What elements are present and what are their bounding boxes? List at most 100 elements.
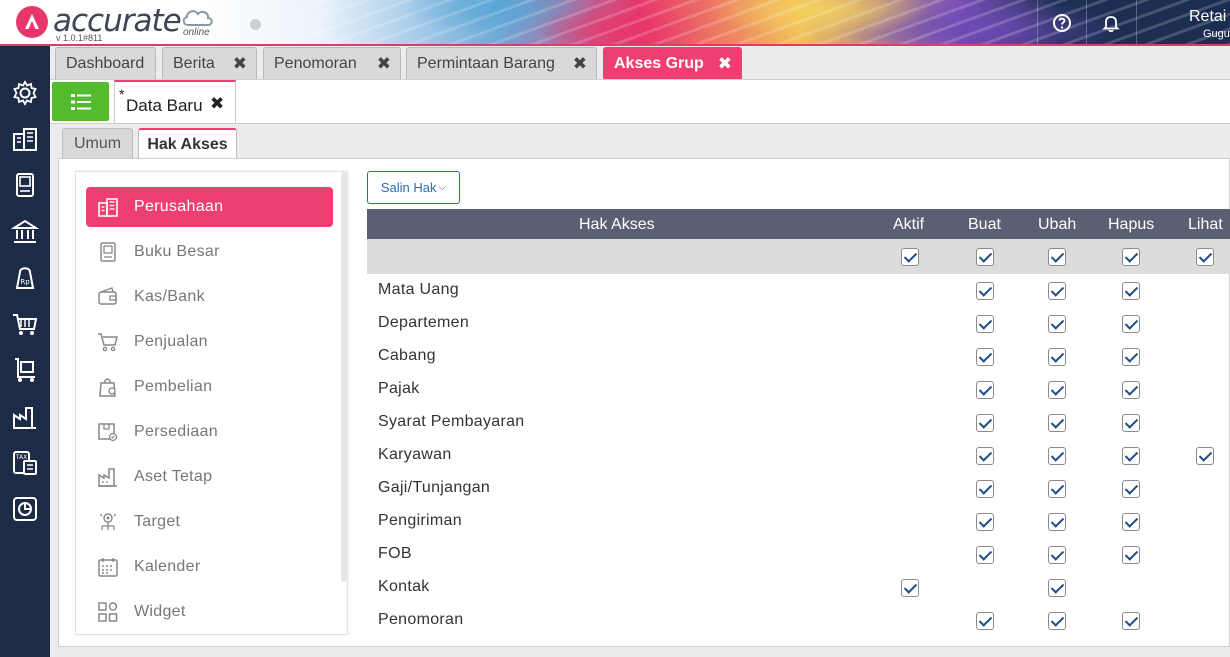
checkbox-buat[interactable] [976, 513, 994, 531]
checkbox-hapus[interactable] [1122, 513, 1140, 531]
checkbox-hapus[interactable] [1122, 447, 1140, 465]
checkbox-ubah[interactable] [1048, 414, 1066, 432]
checkbox-ubah[interactable] [1048, 447, 1066, 465]
checkbox-buat[interactable] [976, 282, 994, 300]
menu-item-target[interactable]: Target [86, 502, 333, 542]
checkbox-ubah[interactable] [1048, 480, 1066, 498]
bank-icon[interactable] [10, 218, 40, 246]
menu-item-label: Pembelian [134, 378, 213, 395]
svg-text:TAX: TAX [15, 454, 27, 461]
user-name: Retai [1189, 8, 1227, 25]
checkbox-buat[interactable] [976, 612, 994, 630]
row-name: Pengiriman [378, 512, 462, 529]
help-button[interactable] [1037, 0, 1085, 44]
salin-hak-button[interactable]: Salin Hak ⌵ [367, 171, 460, 204]
list-view-button[interactable] [52, 82, 109, 121]
checkbox-hapus[interactable] [1122, 612, 1140, 630]
close-icon[interactable]: ✖ [718, 54, 732, 74]
tab-data-baru[interactable]: * Data Baru ✖ [114, 80, 236, 123]
checkbox-lihat[interactable] [1196, 447, 1214, 465]
menu-item-persediaan[interactable]: Persediaan [86, 412, 333, 452]
menu-item-label: Kas/Bank [134, 288, 205, 305]
company-building-icon[interactable] [11, 125, 39, 153]
checkbox-ubah[interactable] [1048, 381, 1066, 399]
user-menu[interactable]: Retai Gugu [1136, 0, 1230, 44]
close-icon[interactable]: ✖ [210, 94, 224, 114]
menu-item-label: Perusahaan [134, 198, 224, 215]
checkbox-ubah[interactable] [1048, 579, 1066, 597]
close-icon[interactable]: ✖ [233, 54, 247, 74]
tab-penomoran[interactable]: Penomoran ✖ [263, 47, 401, 79]
checkbox-ubah[interactable] [1048, 612, 1066, 630]
brand-sub: online [183, 27, 210, 38]
checkbox-aktif[interactable] [901, 579, 919, 597]
tab-label: Berita [173, 54, 215, 72]
filter-checkbox-hapus[interactable] [1122, 248, 1140, 266]
menu-item-aset-tetap[interactable]: Aset Tetap [86, 457, 333, 497]
table-row: Penomoran [367, 604, 1230, 637]
table-row: Cabang [367, 340, 1230, 373]
cloud-icon [182, 10, 213, 26]
checkbox-buat[interactable] [976, 381, 994, 399]
checkbox-buat[interactable] [976, 414, 994, 432]
tax-calculator-icon[interactable]: TAX [11, 449, 39, 477]
factory-icon[interactable] [11, 403, 39, 431]
checkbox-hapus[interactable] [1122, 414, 1140, 432]
filter-checkbox-lihat[interactable] [1196, 248, 1214, 266]
menu-item-kalender[interactable]: Kalender [86, 547, 333, 587]
checkbox-ubah[interactable] [1048, 546, 1066, 564]
settings-gear-icon[interactable] [11, 79, 39, 107]
purchase-trolley-icon[interactable] [11, 356, 39, 384]
menu-item-buku-besar[interactable]: Buku Besar [86, 232, 333, 272]
checkbox-hapus[interactable] [1122, 546, 1140, 564]
shopping-bag-icon [96, 375, 120, 399]
checkbox-buat[interactable] [976, 348, 994, 366]
sales-tag-icon[interactable]: Rp [11, 264, 39, 292]
menu-item-kas-bank[interactable]: Kas/Bank [86, 277, 333, 317]
tab-hak-akses[interactable]: Hak Akses [138, 128, 237, 160]
menu-item-perusahaan[interactable]: Perusahaan [86, 187, 333, 227]
menu-item-pembelian[interactable]: Pembelian [86, 367, 333, 407]
checkbox-hapus[interactable] [1122, 480, 1140, 498]
menu-item-label: Buku Besar [134, 243, 220, 260]
checkbox-ubah[interactable] [1048, 315, 1066, 333]
checkbox-buat[interactable] [976, 447, 994, 465]
tab-dashboard[interactable]: Dashboard [55, 47, 156, 79]
menu-item-widget[interactable]: Widget [86, 592, 333, 632]
checkbox-ubah[interactable] [1048, 348, 1066, 366]
help-icon [1052, 14, 1071, 32]
tab-umum[interactable]: Umum [62, 128, 133, 159]
checkbox-ubah[interactable] [1048, 282, 1066, 300]
checkbox-buat[interactable] [976, 315, 994, 333]
filter-checkbox-buat[interactable] [976, 248, 994, 266]
report-chart-icon[interactable] [11, 495, 39, 523]
tab-permintaan-barang[interactable]: Permintaan Barang ✖ [406, 47, 597, 79]
access-grid: Hak Akses Aktif Buat Ubah Hapus Lihat Ma… [367, 209, 1230, 639]
chevron-down-icon: ⌵ [438, 182, 447, 193]
tab-berita[interactable]: Berita ✖ [162, 47, 257, 79]
main-tab-bar: Dashboard Berita ✖ Penomoran ✖ Permintaa… [50, 46, 1230, 80]
close-icon[interactable]: ✖ [573, 54, 587, 74]
close-icon[interactable]: ✖ [377, 54, 391, 74]
notification-button[interactable] [1086, 0, 1134, 44]
shopping-cart-icon[interactable] [11, 310, 39, 338]
status-dot [250, 19, 261, 30]
checkbox-hapus[interactable] [1122, 381, 1140, 399]
filter-checkbox-ubah[interactable] [1048, 248, 1066, 266]
list-icon [70, 93, 91, 110]
tab-label: Umum [73, 135, 122, 152]
ledger-book-icon[interactable] [11, 171, 39, 199]
section-tab-bar: Umum Hak Akses [50, 124, 1230, 160]
tab-akses-grup[interactable]: Akses Grup ✖ [603, 47, 742, 79]
filter-checkbox-aktif[interactable] [901, 248, 919, 266]
checkbox-buat[interactable] [976, 480, 994, 498]
menu-scrollbar[interactable] [341, 172, 347, 582]
checkbox-hapus[interactable] [1122, 282, 1140, 300]
checkbox-hapus[interactable] [1122, 315, 1140, 333]
table-row: Pengiriman [367, 505, 1230, 538]
accurate-logo-icon[interactable] [16, 6, 48, 38]
checkbox-buat[interactable] [976, 546, 994, 564]
checkbox-ubah[interactable] [1048, 513, 1066, 531]
checkbox-hapus[interactable] [1122, 348, 1140, 366]
menu-item-penjualan[interactable]: Penjualan [86, 322, 333, 362]
